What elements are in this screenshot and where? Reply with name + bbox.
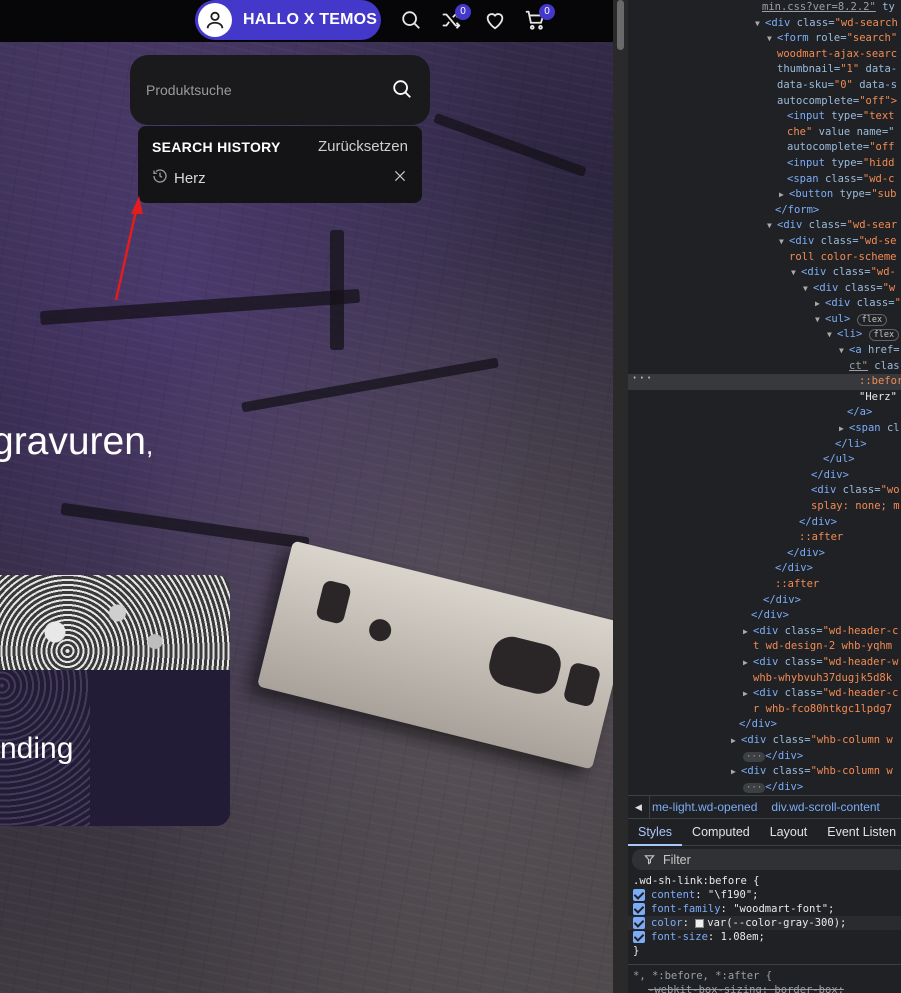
dom-line[interactable]: ▼ <li> flex: [628, 327, 901, 343]
tab-layout[interactable]: Layout: [760, 819, 818, 846]
dom-line[interactable]: woodmart-ajax-searc: [628, 47, 901, 63]
dom-line[interactable]: ▶ <div class=": [628, 296, 901, 312]
page-scrollbar-thumb[interactable]: [617, 0, 624, 50]
declaration-checkbox[interactable]: [633, 903, 645, 915]
breadcrumb-scroll-left-icon[interactable]: ◀: [628, 796, 650, 818]
filter-placeholder: Filter: [663, 852, 691, 867]
dom-line[interactable]: ▶ <div class="whb-column w: [628, 764, 901, 780]
dom-line[interactable]: ··· </div>: [628, 780, 901, 795]
collapsed-ellipsis: ···: [743, 751, 766, 762]
dom-line[interactable]: ct" clas: [628, 359, 901, 375]
dom-line[interactable]: </li>: [628, 437, 901, 453]
website-viewport: HALLO X TEMOS 0 0 SEARCH HISTORY Zurücks…: [0, 0, 613, 993]
dom-line[interactable]: che" value name=": [628, 125, 901, 141]
tab-computed[interactable]: Computed: [682, 819, 760, 846]
tab-event-listeners[interactable]: Event Listen: [817, 819, 901, 846]
dom-line[interactable]: whb-whybvuh37dugjk5d8k: [628, 671, 901, 687]
selected-line-gutter-dots[interactable]: ···: [631, 371, 653, 387]
breadcrumb-item[interactable]: div.wd-scroll-content: [771, 800, 879, 814]
css-rule-selector[interactable]: .wd-sh-link:before {: [628, 874, 901, 888]
dom-line[interactable]: roll color-scheme: [628, 250, 901, 266]
dom-line[interactable]: ▶ <div class="wd-header-c: [628, 624, 901, 640]
dom-line[interactable]: ··· </div>: [628, 749, 901, 765]
dom-line[interactable]: <input type="hidd: [628, 156, 901, 172]
filter-funnel-icon: [644, 855, 655, 865]
dom-line[interactable]: </div>: [628, 468, 901, 484]
dom-line[interactable]: ▼ <div class="w: [628, 281, 901, 297]
css-rule-selector[interactable]: *, *:before, *:after {: [628, 964, 901, 983]
dom-line[interactable]: r whb-fco80htkgc1lpdg7: [628, 702, 901, 718]
css-rule-close: }: [633, 945, 640, 957]
color-swatch[interactable]: [695, 918, 705, 928]
dom-line[interactable]: ▼ <div class="wd-search: [628, 16, 901, 32]
declaration-checkbox[interactable]: [633, 917, 645, 929]
dom-line[interactable]: </a>: [628, 405, 901, 421]
dom-line[interactable]: </div>: [628, 593, 901, 609]
dom-line[interactable]: ▼ <div class="wd-se: [628, 234, 901, 250]
dom-line[interactable]: <span class="wd-c: [628, 172, 901, 188]
dom-line[interactable]: ::after: [628, 530, 901, 546]
dom-line[interactable]: thumbnail="1" data-: [628, 62, 901, 78]
annotation-arrow: [114, 196, 143, 301]
dom-line[interactable]: </div>: [628, 608, 901, 624]
dom-line[interactable]: ▼ <ul> flex: [628, 312, 901, 328]
dom-line[interactable]: ::after: [628, 577, 901, 593]
dom-line[interactable]: <div class="wo: [628, 483, 901, 499]
dom-line[interactable]: autocomplete="off">: [628, 94, 901, 110]
dom-line[interactable]: ▼ <a href=: [628, 343, 901, 359]
dom-line-selected[interactable]: ::befor: [628, 374, 901, 390]
flex-badge: flex: [856, 313, 888, 326]
dom-line[interactable]: </div>: [628, 515, 901, 531]
dom-line[interactable]: ▶ <div class="wd-header-w: [628, 655, 901, 671]
css-declaration[interactable]: font-size: 1.08em;: [628, 930, 901, 944]
dom-line[interactable]: ▼ <form role="search": [628, 31, 901, 47]
dom-line[interactable]: ▶ <div class="wd-header-c: [628, 686, 901, 702]
collapsed-ellipsis: ···: [743, 782, 766, 793]
dom-breadcrumbs: ◀ me-light.wd-opened div.wd-scroll-conte…: [628, 795, 901, 819]
dom-line[interactable]: data-sku="0" data-s: [628, 78, 901, 94]
dom-line[interactable]: </div>: [628, 561, 901, 577]
tab-styles[interactable]: Styles: [628, 819, 683, 846]
dom-line[interactable]: ▶ <div class="whb-column w: [628, 733, 901, 749]
page-scrollbar[interactable]: [613, 0, 628, 993]
elements-dom-tree[interactable]: min.css?ver=8.2.2" ty ▼ <div class="wd-se…: [628, 0, 901, 795]
dom-line[interactable]: ▼ <div class="wd-sear: [628, 218, 901, 234]
styles-filter-input[interactable]: Filter: [632, 849, 901, 870]
dom-line[interactable]: min.css?ver=8.2.2" ty: [628, 0, 901, 16]
dom-line[interactable]: </form>: [628, 203, 901, 219]
css-declaration[interactable]: color: var(--color-gray-300);: [628, 916, 901, 930]
dom-line[interactable]: ▶ <span cl: [628, 421, 901, 437]
dom-line[interactable]: ▶ <button type="sub: [628, 187, 901, 203]
dom-line[interactable]: <input type="text: [628, 109, 901, 125]
css-declaration[interactable]: content: "\f190";: [628, 888, 901, 902]
styles-pane-tabs: Styles Computed Layout Event Listen: [628, 819, 901, 846]
dom-line[interactable]: </ul>: [628, 452, 901, 468]
dom-line[interactable]: t wd-design-2 whb-yqhm: [628, 639, 901, 655]
breadcrumb-item[interactable]: me-light.wd-opened: [652, 800, 757, 814]
css-declaration[interactable]: font-family: "woodmart-font";: [628, 902, 901, 916]
css-declaration[interactable]: -webkit-box-sizing: border-box;: [628, 983, 901, 993]
devtools-panel: min.css?ver=8.2.2" ty ▼ <div class="wd-se…: [628, 0, 901, 993]
declaration-checkbox[interactable]: [633, 931, 645, 943]
dom-line[interactable]: ▼ <div class="wd-: [628, 265, 901, 281]
flex-badge: flex: [868, 329, 900, 342]
dom-line[interactable]: "Herz": [628, 390, 901, 406]
css-rules-list: .wd-sh-link:before { content: "\f190"; f…: [628, 872, 901, 993]
dom-line[interactable]: </div>: [628, 546, 901, 562]
declaration-checkbox[interactable]: [633, 889, 645, 901]
dom-line[interactable]: </div>: [628, 717, 901, 733]
dom-line[interactable]: autocomplete="off: [628, 140, 901, 156]
dom-line[interactable]: splay: none; m: [628, 499, 901, 515]
